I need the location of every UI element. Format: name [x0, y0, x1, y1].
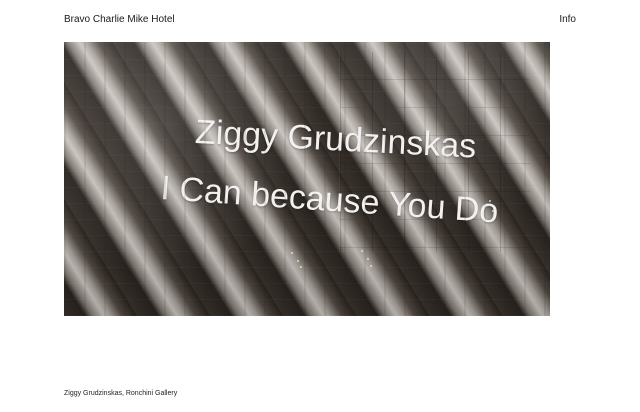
sparkle [297, 260, 299, 262]
light-sparkles [64, 42, 550, 316]
sparkle [300, 266, 302, 268]
artwork-title: I Can because You Do [159, 169, 500, 231]
sparkle [291, 252, 293, 254]
sparkle [489, 200, 491, 202]
info-link[interactable]: Info [559, 14, 576, 26]
sparkle [492, 210, 494, 212]
image-caption: Ziggy Grudzinskas, Ronchini Gallery [64, 390, 178, 397]
window-reflection [339, 52, 530, 252]
artwork-artist-name: Ziggy Grudzinskas [194, 113, 478, 166]
sparkle [370, 265, 372, 267]
site-title-link[interactable]: Bravo Charlie Mike Hotel [64, 14, 175, 26]
featured-artwork-image[interactable]: Ziggy Grudzinskas I Can because You Do [64, 42, 550, 316]
sparkle [361, 250, 363, 252]
sparkle [367, 258, 369, 260]
